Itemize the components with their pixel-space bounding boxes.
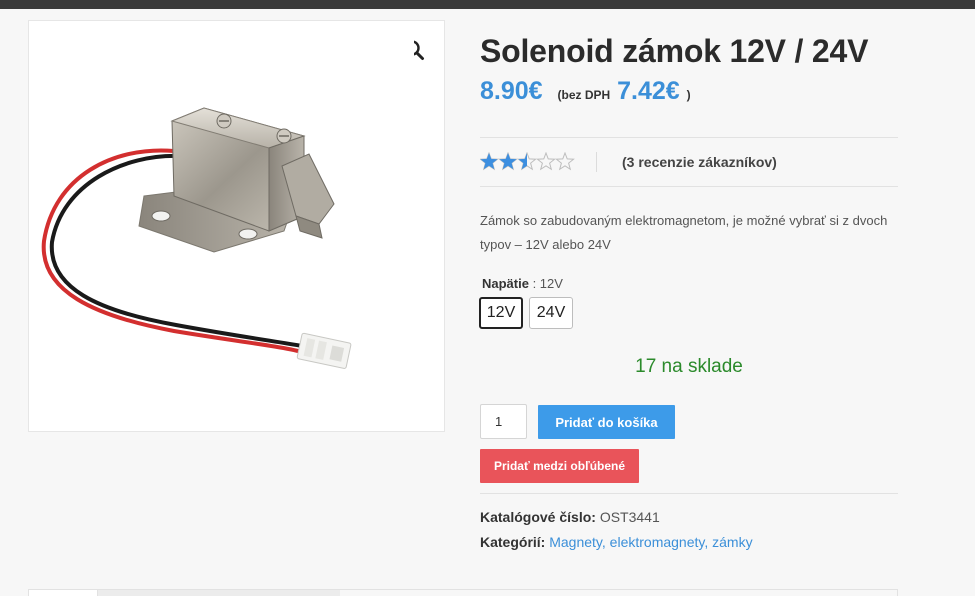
product-title: Solenoid zámok 12V / 24V (480, 33, 869, 69)
price-net: 7.42€ (617, 77, 680, 105)
tab-description[interactable] (28, 589, 98, 596)
attribute-row: Napätie : 12V (482, 276, 563, 291)
price-net-close: ) (686, 88, 691, 102)
divider (480, 137, 898, 138)
divider (480, 493, 898, 494)
add-to-cart-button[interactable]: Pridať do košíka (538, 405, 675, 439)
product-image[interactable] (34, 26, 414, 416)
divider (480, 186, 898, 187)
stock-status: 17 na sklade (635, 356, 743, 377)
variant-24v-button[interactable]: 24V (529, 297, 573, 329)
add-to-favorites-button[interactable]: Pridať medzi obľúbené (480, 449, 639, 483)
rating-separator (596, 152, 597, 172)
star-fill (499, 153, 517, 170)
product-description: Zámok so zabudovaným elektromagnetom, je… (480, 213, 888, 252)
star-icon (536, 152, 556, 171)
categories-label: Kategórií: (480, 534, 546, 550)
price-gross: 8.90€ (480, 77, 543, 105)
star-icon (555, 152, 575, 171)
categories-links[interactable]: Magnety, elektromagnety, zámky (549, 534, 752, 550)
price-net-label: (bez DPH (557, 88, 611, 102)
attribute-label: Napätie (482, 276, 529, 291)
quantity-input[interactable]: 1 (480, 404, 527, 439)
sku-label: Katalógové číslo: (480, 509, 596, 525)
product-price: 8.90€ (bez DPH 7.42€ ) (480, 77, 691, 106)
star-fill (480, 153, 498, 170)
sku-row: Katalógové číslo: OST3441 (480, 509, 660, 525)
categories-row: Kategórií: Magnety, elektromagnety, zámk… (480, 534, 753, 550)
attribute-value: : 12V (528, 276, 563, 291)
star-rating (480, 152, 576, 172)
tab-reviews[interactable] (98, 590, 340, 596)
top-bar (0, 0, 975, 9)
reviews-link[interactable]: (3 recenzie zákazníkov) (622, 154, 777, 170)
sku-value: OST3441 (599, 509, 660, 525)
variant-12v-button[interactable]: 12V (479, 297, 523, 329)
